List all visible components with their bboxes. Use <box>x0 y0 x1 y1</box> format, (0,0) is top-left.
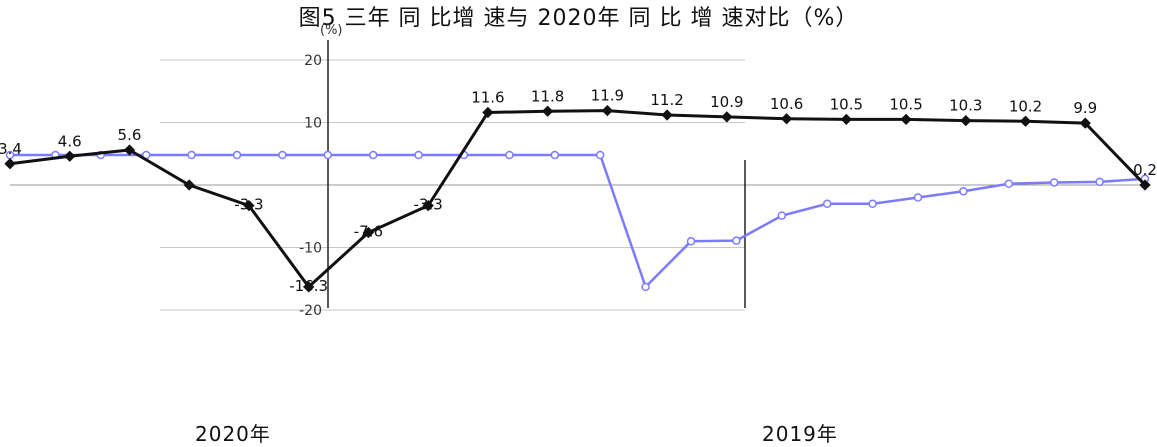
data-point <box>900 113 912 126</box>
data-label: 10.2 <box>1009 97 1042 115</box>
data-label: 4.6 <box>58 132 82 150</box>
data-point <box>232 150 242 160</box>
data-label: 3.4 <box>0 140 22 158</box>
data-point <box>661 109 673 121</box>
data-point <box>1095 177 1104 187</box>
data-point <box>780 113 793 125</box>
year-label-2020: 2020年 <box>195 422 271 446</box>
data-point <box>4 158 16 170</box>
data-point <box>686 237 696 246</box>
data-point <box>959 187 968 196</box>
data-point <box>368 150 378 160</box>
data-point <box>541 105 554 117</box>
data-label: 10.6 <box>770 95 803 113</box>
data-label: 10.5 <box>889 95 922 113</box>
y-axis <box>327 40 746 308</box>
series-line <box>10 153 1146 290</box>
series-group <box>4 104 1151 293</box>
data-label: -3.3 <box>234 196 263 214</box>
data-label: 5.6 <box>118 126 142 144</box>
data-point <box>505 150 514 160</box>
data-label: -16.3 <box>289 277 328 295</box>
data-label: 10.9 <box>710 93 743 111</box>
data-label: 10.3 <box>949 97 982 115</box>
data-point <box>414 150 423 160</box>
line-chart: (%) -20 -10 10 20 3.4 4.6 5.6 -3.3 -16.3 -7.6 -3.… <box>0 23 1157 319</box>
y-axis-unit: (%) <box>320 23 343 38</box>
data-point <box>64 150 76 162</box>
data-point <box>960 114 972 127</box>
data-point <box>913 193 923 202</box>
data-label: -7.6 <box>354 223 383 241</box>
data-point <box>840 113 852 126</box>
data-label: 11.9 <box>591 87 624 105</box>
data-label: 0.2 <box>1133 161 1157 179</box>
data-point <box>1049 178 1059 187</box>
y-tick-label: -10 <box>299 241 322 257</box>
series-line <box>9 109 1147 290</box>
data-point <box>868 199 877 208</box>
data-label: 11.8 <box>531 87 564 105</box>
data-point <box>641 282 650 292</box>
data-label: 9.9 <box>1073 99 1097 117</box>
y-tick-label: -20 <box>299 303 322 319</box>
y-tick-label: 10 <box>304 116 322 132</box>
data-point <box>732 236 741 245</box>
data-label: 11.6 <box>471 89 504 107</box>
data-label: 10.5 <box>830 95 863 113</box>
data-point <box>1019 115 1032 127</box>
data-point <box>1004 179 1014 188</box>
data-label: 11.2 <box>650 91 683 109</box>
data-point <box>323 150 333 160</box>
data-point <box>822 199 832 208</box>
data-label: -3.3 <box>414 196 443 214</box>
data-point <box>601 104 614 117</box>
data-point <box>187 150 196 160</box>
data-point <box>777 211 787 220</box>
data-point <box>595 150 605 160</box>
y-tick-label: 20 <box>304 53 322 69</box>
data-point <box>278 150 287 160</box>
data-labels: 3.4 4.6 5.6 -3.3 -16.3 -7.6 -3.3 11.6 11.8 11.9 11… <box>0 87 1157 295</box>
data-point <box>550 150 560 160</box>
year-label-2019: 2019年 <box>762 422 838 446</box>
data-point <box>721 111 733 123</box>
